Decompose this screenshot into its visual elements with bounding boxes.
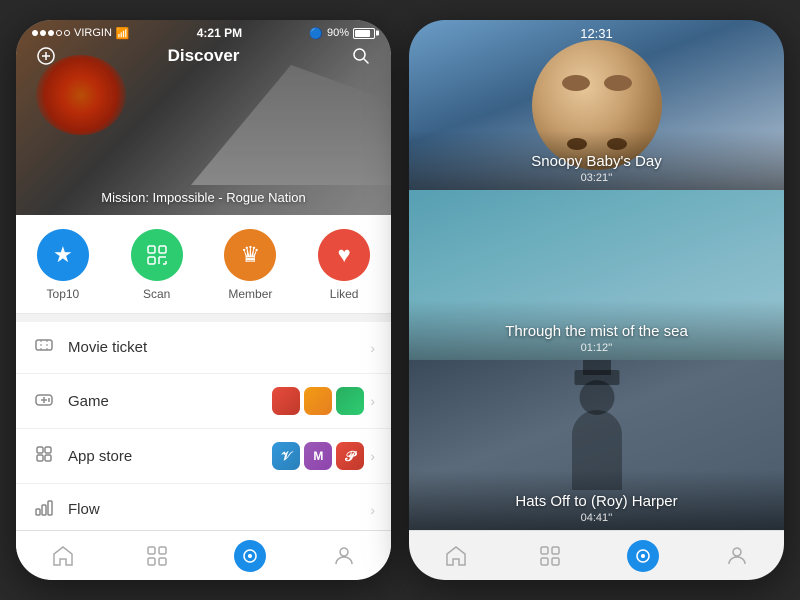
status-bar: VIRGIN 📶 4:21 PM 🔵 90% (16, 20, 391, 42)
nav-title: Discover (168, 46, 240, 66)
qa-top10[interactable]: ★ Top10 (37, 229, 89, 301)
video-card-1-duration: 03:21'' (409, 172, 784, 184)
phone2-tab-bar (409, 530, 784, 580)
phone2-tab-discover[interactable] (613, 531, 673, 580)
hero-title: Mission: Impossible - Rogue Nation (16, 190, 391, 205)
battery-fill (355, 30, 370, 37)
video-card-1-title: Snoopy Baby's Day (409, 153, 784, 170)
hero-banner[interactable]: VIRGIN 📶 4:21 PM 🔵 90% Discover (16, 20, 391, 215)
app-store-right: 𝒱 M 𝒫 › (272, 442, 375, 470)
phones-container: VIRGIN 📶 4:21 PM 🔵 90% Discover (16, 20, 784, 580)
movie-ticket-arrow: › (370, 340, 375, 356)
signal-dot-2 (40, 30, 46, 36)
tab-bar (16, 530, 391, 580)
flow-right: › (370, 502, 375, 518)
phone2-status-bar: 12:31 (409, 20, 784, 43)
hero-header: Discover (16, 42, 391, 70)
tab-profile[interactable] (314, 531, 374, 580)
video-feed: Snoopy Baby's Day 03:21'' Through the mi… (409, 20, 784, 530)
video-card-2-title: Through the mist of the sea (409, 323, 784, 340)
menu-item-app-store[interactable]: App store 𝒱 M 𝒫 › (16, 429, 391, 484)
search-icon[interactable] (347, 42, 375, 70)
tab-apps[interactable] (127, 531, 187, 580)
qa-scan[interactable]: Scan (131, 229, 183, 301)
tab-discover[interactable] (220, 531, 280, 580)
video-card-mist[interactable]: Through the mist of the sea 01:12'' (409, 190, 784, 360)
signal-dot-4 (56, 30, 62, 36)
app-store-icon (32, 444, 56, 469)
back-icon[interactable] (32, 42, 60, 70)
battery-percent: 90% (327, 27, 349, 39)
phone2-time: 12:31 (580, 26, 613, 41)
game-app-icon-3 (336, 387, 364, 415)
qa-member-label: Member (228, 287, 272, 301)
status-bar-left: VIRGIN 📶 (32, 27, 130, 40)
qa-liked-icon: ♥ (318, 229, 370, 281)
appstore-app-icon-1: 𝒱 (272, 442, 300, 470)
qa-top10-label: Top10 (47, 287, 80, 301)
appstore-app-icon-3: 𝒫 (336, 442, 364, 470)
signal-dot-3 (48, 30, 54, 36)
menu-item-app-store-left: App store (32, 444, 132, 469)
signal-dot-5 (64, 30, 70, 36)
flow-label: Flow (68, 501, 100, 518)
qa-member-icon: ♛ (224, 229, 276, 281)
video-card-harper[interactable]: Hats Off to (Roy) Harper 04:41'' (409, 360, 784, 530)
menu-list: Movie ticket › (16, 322, 391, 536)
game-app-icons (272, 387, 364, 415)
phone-discover: VIRGIN 📶 4:21 PM 🔵 90% Discover (16, 20, 391, 580)
menu-item-movie-ticket-left: Movie ticket (32, 335, 147, 360)
game-label: Game (68, 393, 109, 410)
video-card-2-duration: 01:12'' (409, 342, 784, 354)
status-time: 4:21 PM (197, 26, 242, 40)
appstore-app-icons: 𝒱 M 𝒫 (272, 442, 364, 470)
flow-arrow: › (370, 502, 375, 518)
qa-member[interactable]: ♛ Member (224, 229, 276, 301)
game-arrow: › (370, 393, 375, 409)
game-icon (32, 389, 56, 414)
movie-ticket-right: › (370, 340, 375, 356)
qa-top10-icon: ★ (37, 229, 89, 281)
video-card-snoopy[interactable]: Snoopy Baby's Day 03:21'' (409, 20, 784, 190)
movie-ticket-label: Movie ticket (68, 339, 147, 356)
tab-discover-circle (234, 540, 266, 572)
menu-item-movie-ticket[interactable]: Movie ticket › (16, 322, 391, 374)
video-card-3-title: Hats Off to (Roy) Harper (409, 493, 784, 510)
flow-icon (32, 497, 56, 522)
carrier-label: VIRGIN (74, 27, 112, 39)
game-app-icon-2 (304, 387, 332, 415)
status-bar-right: 🔵 90% (309, 27, 375, 40)
qa-liked[interactable]: ♥ Liked (318, 229, 370, 301)
qa-liked-label: Liked (330, 287, 359, 301)
battery-icon (353, 28, 375, 39)
phone2-tab-home[interactable] (426, 531, 486, 580)
phone2-tab-profile[interactable] (707, 531, 767, 580)
tab-home[interactable] (33, 531, 93, 580)
phone2-tab-discover-circle (627, 540, 659, 572)
menu-item-flow[interactable]: Flow › (16, 484, 391, 536)
phone-video-feed: 12:31 Snoopy Baby's Day 03:21'' (409, 20, 784, 580)
qa-scan-icon (131, 229, 183, 281)
menu-item-game-left: Game (32, 389, 109, 414)
phone2-tab-apps[interactable] (520, 531, 580, 580)
wifi-icon: 📶 (116, 27, 130, 40)
video-card-3-duration: 04:41'' (409, 512, 784, 524)
bluetooth-icon: 🔵 (309, 27, 323, 40)
quick-actions: ★ Top10 Scan ♛ (16, 215, 391, 314)
app-store-arrow: › (370, 448, 375, 464)
qa-scan-label: Scan (143, 287, 170, 301)
appstore-app-icon-2: M (304, 442, 332, 470)
menu-item-game[interactable]: Game › (16, 374, 391, 429)
menu-item-flow-left: Flow (32, 497, 100, 522)
signal-dot-1 (32, 30, 38, 36)
signal-strength (32, 30, 70, 36)
game-right: › (272, 387, 375, 415)
app-store-label: App store (68, 448, 132, 465)
movie-ticket-icon (32, 335, 56, 360)
game-app-icon-1 (272, 387, 300, 415)
